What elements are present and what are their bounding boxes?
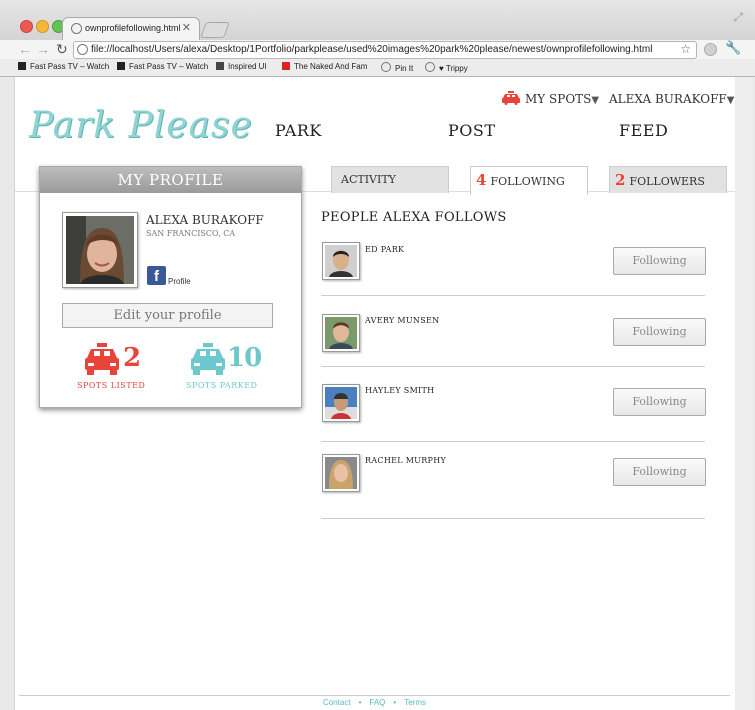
nav-park[interactable]: PARK <box>275 121 322 140</box>
bookmark-star-icon[interactable]: ☆ <box>680 42 691 56</box>
close-window-button[interactable] <box>20 20 33 33</box>
following-button[interactable]: Following <box>613 458 706 486</box>
browser-toolbar: ← → ↻ file://localhost/Users/alexa/Deskt… <box>0 40 755 59</box>
profile-card: MY PROFILE ALEXA BURAKOFF SAN FRANCISCO,… <box>39 166 302 408</box>
footer: Contact • FAQ • Terms <box>19 695 730 710</box>
row-divider <box>321 295 705 296</box>
avatar <box>62 212 138 288</box>
bookmark-item[interactable]: ♥ Trippy <box>425 62 468 73</box>
bookmark-item[interactable]: Fast Pass TV – Watch <box>117 62 208 71</box>
profile-name: ALEXA BURAKOFF <box>146 213 264 227</box>
profile-photo <box>66 216 134 284</box>
spots-listed-count: 2 <box>123 343 141 373</box>
ui-icon <box>216 62 224 70</box>
taxi-red-icon <box>85 343 119 375</box>
url-text: file://localhost/Users/alexa/Desktop/1Po… <box>91 44 653 55</box>
facebook-icon[interactable]: f <box>147 266 166 285</box>
person-name[interactable]: ED PARK <box>365 245 404 254</box>
bookmark-item[interactable]: Fast Pass TV – Watch <box>18 62 109 71</box>
footer-separator: • <box>358 698 362 707</box>
spots-listed-label: SPOTS LISTED <box>77 381 146 390</box>
footer-separator: • <box>393 698 397 707</box>
taxi-teal-icon <box>191 343 225 375</box>
back-icon[interactable]: ← <box>18 40 32 58</box>
address-bar[interactable]: file://localhost/Users/alexa/Desktop/1Po… <box>73 41 697 59</box>
page-icon <box>71 23 82 34</box>
tab-activity[interactable]: ACTIVITY <box>331 166 449 193</box>
scrollbar[interactable] <box>735 77 753 710</box>
profile-card-header: MY PROFILE <box>40 167 301 193</box>
person-photo <box>325 457 357 489</box>
avatar[interactable] <box>322 384 360 422</box>
edit-profile-button[interactable]: Edit your profile <box>62 303 273 328</box>
nav-post[interactable]: POST <box>448 121 496 140</box>
spots-parked-label: SPOTS PARKED <box>186 381 258 390</box>
section-title: PEOPLE ALEXA FOLLOWS <box>321 210 507 225</box>
following-button[interactable]: Following <box>613 388 706 416</box>
page-icon <box>77 44 88 55</box>
chevron-down-icon: ▼ <box>591 95 600 106</box>
globe-icon <box>425 62 435 72</box>
tv-icon <box>18 62 26 70</box>
person-photo <box>325 317 357 349</box>
tab-title: ownprofilefollowing.html <box>85 23 181 33</box>
row-divider <box>321 518 705 519</box>
person-name[interactable]: AVERY MUNSEN <box>365 316 439 325</box>
reload-icon[interactable]: ↻ <box>56 40 68 58</box>
bookmark-item[interactable]: Inspired UI <box>216 62 267 71</box>
my-spots-menu[interactable]: MY SPOTS▼ <box>525 92 599 106</box>
tab-followers[interactable]: 2 FOLLOWERS <box>609 166 727 193</box>
bookmarks-bar: Fast Pass TV – Watch Fast Pass TV – Watc… <box>0 59 755 77</box>
profile-location: SAN FRANCISCO, CA <box>146 229 236 238</box>
browser-titlebar: ownprofilefollowing.html ✕ ⤢ <box>0 0 755 41</box>
nav-feed[interactable]: FEED <box>619 121 668 140</box>
followers-count: 2 <box>615 171 626 189</box>
web-page: Park Please MY SPOTS▼ ALEXA BURAKOFF▼ PA… <box>14 77 737 710</box>
tab-following[interactable]: 4 FOLLOWING <box>470 166 588 195</box>
taxi-icon <box>502 91 520 105</box>
site-logo[interactable]: Park Please <box>29 105 253 146</box>
browser-tab[interactable]: ownprofilefollowing.html ✕ <box>62 17 200 41</box>
minimize-window-button[interactable] <box>36 20 49 33</box>
forward-icon[interactable]: → <box>36 40 50 58</box>
person-photo <box>325 387 357 419</box>
bookmark-item[interactable]: Pin It <box>381 62 413 73</box>
person-photo <box>325 245 357 277</box>
wrench-icon[interactable]: 🔧 <box>725 40 741 56</box>
new-tab-button[interactable] <box>200 22 230 38</box>
footer-link-faq[interactable]: FAQ <box>369 698 385 707</box>
tab-close-icon[interactable]: ✕ <box>182 21 191 34</box>
spots-parked-count: 10 <box>227 343 262 373</box>
avatar[interactable] <box>322 454 360 492</box>
following-button[interactable]: Following <box>613 247 706 275</box>
footer-link-terms[interactable]: Terms <box>404 698 426 707</box>
person-name[interactable]: HAYLEY SMITH <box>365 386 434 395</box>
following-count: 4 <box>476 171 487 189</box>
bookmark-item[interactable]: The Naked And Fam <box>282 62 367 71</box>
avatar[interactable] <box>322 242 360 280</box>
fullscreen-icon[interactable]: ⤢ <box>733 10 743 25</box>
globe-icon <box>381 62 391 72</box>
youtube-icon <box>282 62 290 70</box>
extension-icon[interactable] <box>704 43 717 56</box>
following-button[interactable]: Following <box>613 318 706 346</box>
footer-link-contact[interactable]: Contact <box>323 698 351 707</box>
facebook-profile-link[interactable]: Profile <box>168 277 191 286</box>
tv-icon <box>117 62 125 70</box>
chevron-down-icon: ▼ <box>726 95 735 106</box>
person-name[interactable]: RACHEL MURPHY <box>365 456 446 465</box>
row-divider <box>321 441 705 442</box>
row-divider <box>321 366 705 367</box>
avatar[interactable] <box>322 314 360 352</box>
user-menu[interactable]: ALEXA BURAKOFF▼ <box>609 92 734 106</box>
